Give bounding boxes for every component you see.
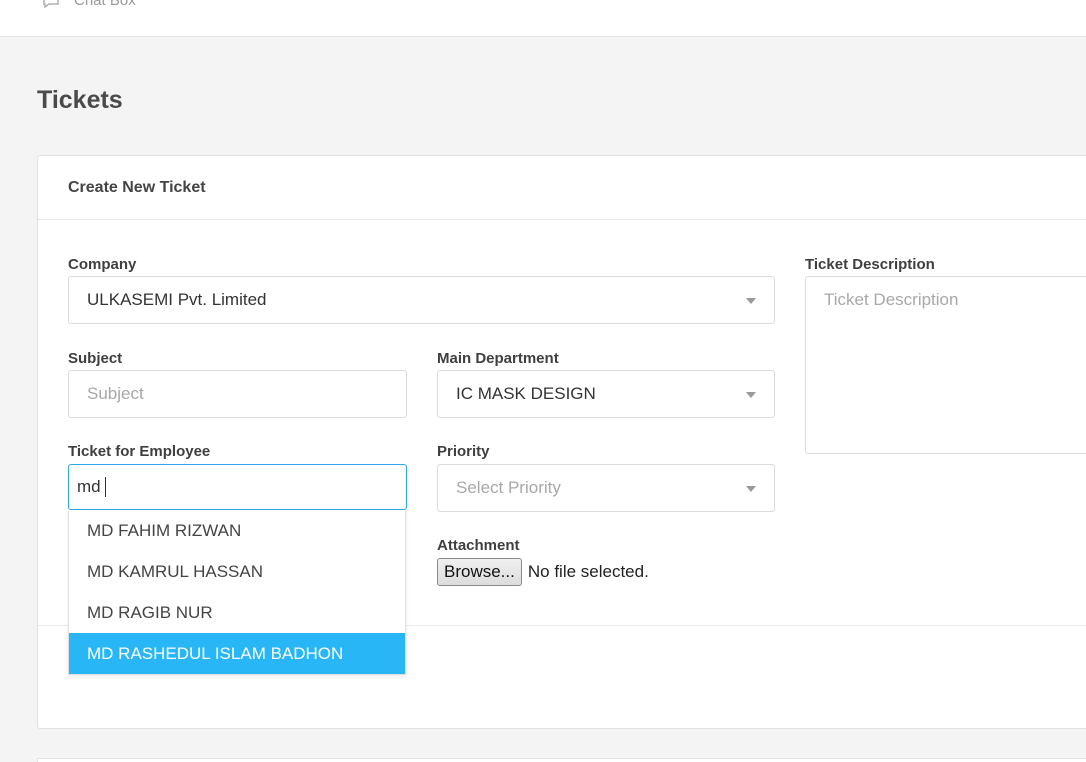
suggestion-label: MD FAHIM RIZWAN [87, 520, 242, 540]
employee-search-value: md [77, 477, 101, 496]
subject-input[interactable]: Subject [68, 370, 407, 418]
ticket-description-label: Ticket Description [805, 256, 935, 273]
suggestion-option[interactable]: MD KAMRUL HASSAN [69, 551, 405, 592]
suggestion-option-highlighted[interactable]: MD RASHEDUL ISLAM BADHON [69, 633, 405, 674]
chevron-down-icon [746, 298, 756, 304]
subject-placeholder: Subject [87, 384, 144, 403]
suggestion-option[interactable]: MD RAGIB NUR [69, 592, 405, 633]
attachment-label: Attachment [437, 537, 520, 554]
employee-search-input[interactable]: md [68, 464, 407, 510]
nav-item-chat-box[interactable]: Chat Box [42, 0, 136, 9]
suggestion-option[interactable]: MD FAHIM RIZWAN [69, 510, 405, 551]
main-department-value: IC MASK DESIGN [456, 384, 596, 403]
chevron-down-icon [746, 392, 756, 398]
nav-item-label: Chat Box [74, 0, 136, 9]
company-label: Company [68, 256, 137, 273]
chat-icon [43, 0, 59, 8]
text-cursor [104, 477, 106, 497]
card-header: Create New Ticket [38, 156, 1086, 220]
company-select[interactable]: ULKASEMI Pvt. Limited [68, 276, 775, 324]
ticket-description-textarea[interactable]: Ticket Description [805, 276, 1086, 454]
attachment-file-input: Browse... No file selected. [437, 558, 649, 586]
priority-select[interactable]: Select Priority [437, 464, 775, 512]
ticket-description-placeholder: Ticket Description [824, 290, 959, 309]
browse-button[interactable]: Browse... [437, 558, 522, 586]
subject-label: Subject [68, 350, 123, 367]
company-value: ULKASEMI Pvt. Limited [87, 290, 267, 309]
suggestion-label: MD RASHEDUL ISLAM BADHON [87, 643, 344, 663]
suggestion-label: MD RAGIB NUR [87, 602, 213, 622]
main-department-label: Main Department [437, 350, 559, 367]
ticket-for-employee-label: Ticket for Employee [68, 443, 211, 460]
chevron-down-icon [746, 486, 756, 492]
priority-placeholder: Select Priority [456, 478, 561, 497]
top-navbar: Chat Box [0, 0, 1086, 37]
employee-suggestions-dropdown: MD FAHIM RIZWAN MD KAMRUL HASSAN MD RAGI… [68, 510, 406, 675]
priority-label: Priority [437, 443, 490, 460]
main-department-select[interactable]: IC MASK DESIGN [437, 370, 775, 418]
file-status: No file selected. [527, 562, 649, 581]
page-title: Tickets [37, 86, 123, 114]
suggestion-label: MD KAMRUL HASSAN [87, 561, 264, 581]
card-title: Create New Ticket [68, 179, 206, 196]
next-card-edge [37, 758, 1086, 762]
